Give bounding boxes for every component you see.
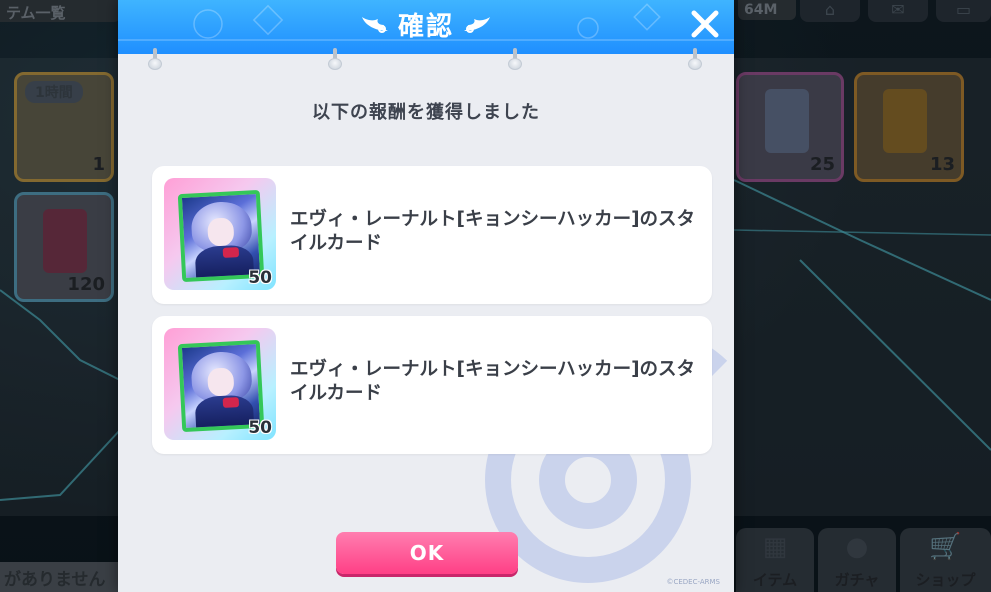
ok-button[interactable]: OK <box>336 532 518 574</box>
dialog-subtitle: 以下の報酬を獲得しました <box>312 102 540 123</box>
reward-thumbnail: 50 <box>164 328 276 440</box>
reward-quantity: 50 <box>248 418 272 438</box>
confirm-dialog: 確認 以下の報酬を獲得しました 50 エヴィ・レーナルト[キョンシーハッカー]の… <box>118 0 734 592</box>
reward-name: エヴィ・レーナルト[キョンシーハッカー]のスタイルカード <box>290 359 696 404</box>
dialog-header: 確認 <box>118 0 734 54</box>
dialog-title-area: 確認 <box>118 0 734 48</box>
binder-rings <box>118 48 734 76</box>
reward-quantity: 50 <box>248 268 272 288</box>
reward-item[interactable]: 50 エヴィ・レーナルト[キョンシーハッカー]のスタイルカード <box>152 166 712 304</box>
binder-ring-icon <box>508 48 522 72</box>
binder-ring-icon <box>688 48 702 72</box>
close-icon[interactable] <box>688 7 722 41</box>
copyright-text: ©CEDEC-ARMS <box>666 578 720 586</box>
reward-name: エヴィ・レーナルト[キョンシーハッカー]のスタイルカード <box>290 209 696 254</box>
binder-ring-icon <box>328 48 342 72</box>
wing-right-icon <box>464 17 490 33</box>
wing-left-icon <box>361 17 388 33</box>
binder-ring-icon <box>148 48 162 72</box>
reward-item[interactable]: 50 エヴィ・レーナルト[キョンシーハッカー]のスタイルカード <box>152 316 712 454</box>
dialog-title: 確認 <box>397 11 454 42</box>
reward-thumbnail: 50 <box>164 178 276 290</box>
reward-list: 50 エヴィ・レーナルト[キョンシーハッカー]のスタイルカード 50 エヴィ・レ… <box>152 166 712 466</box>
